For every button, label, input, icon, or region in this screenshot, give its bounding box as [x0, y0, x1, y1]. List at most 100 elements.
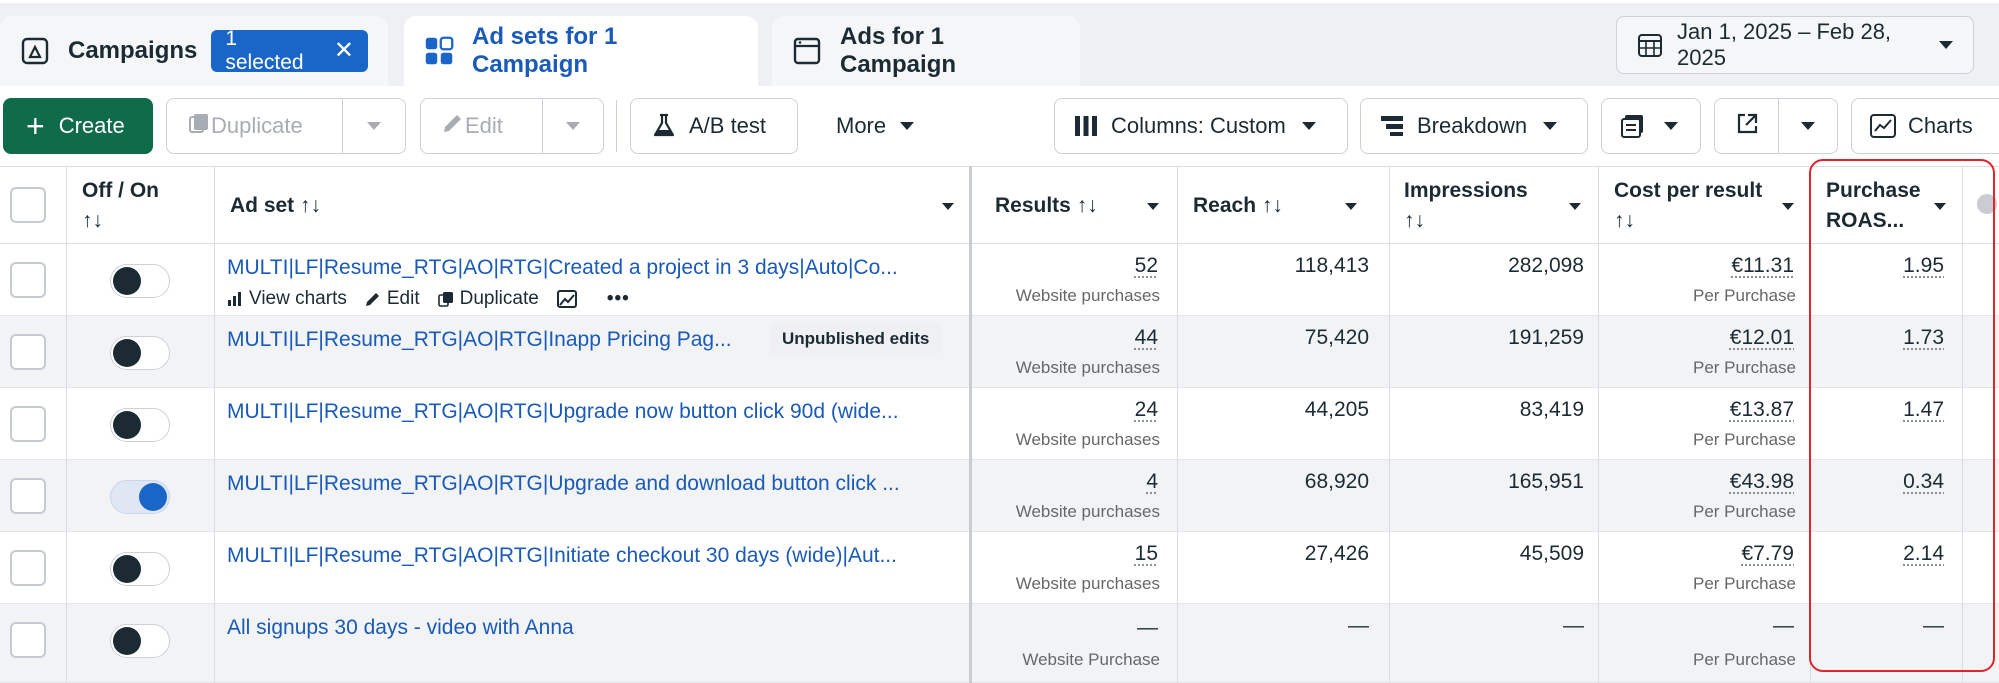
cost-per-result-value[interactable]: €12.01 — [1730, 326, 1794, 350]
results-value[interactable]: 24 — [1135, 398, 1158, 422]
row-checkbox[interactable] — [10, 262, 46, 298]
tab-campaigns[interactable]: Campaigns 1 selected ✕ — [0, 16, 388, 86]
edit-split-button[interactable]: Edit — [420, 98, 604, 154]
toggle-knob — [113, 627, 141, 655]
tab-ads[interactable]: Ads for 1 Campaign — [772, 16, 1080, 86]
on-off-toggle[interactable] — [110, 408, 170, 442]
results-value[interactable]: 4 — [1146, 470, 1158, 494]
purchase-roas-value[interactable]: 1.47 — [1903, 398, 1944, 422]
create-button[interactable]: + Create — [3, 98, 153, 154]
export-dropdown[interactable] — [1779, 99, 1837, 153]
table-row[interactable]: MULTI|LF|Resume_RTG|AO|RTG|Upgrade and d… — [0, 460, 1999, 532]
edit-dropdown[interactable] — [543, 99, 603, 153]
adset-name-link[interactable]: MULTI|LF|Resume_RTG|AO|RTG|Upgrade and d… — [227, 472, 900, 496]
cost-per-result-subtitle: Per Purchase — [1693, 430, 1796, 450]
table-row[interactable]: All signups 30 days - video with Anna — We… — [0, 604, 1999, 683]
column-divider — [969, 166, 972, 683]
date-range-picker[interactable]: Jan 1, 2025 – Feb 28, 2025 — [1616, 16, 1974, 74]
column-on-off[interactable]: Off / On ↑↓ — [82, 167, 212, 245]
purchase-roas-value[interactable]: 0.34 — [1903, 470, 1944, 494]
table-row[interactable]: MULTI|LF|Resume_RTG|AO|RTG|Created a pro… — [0, 244, 1999, 316]
row-checkbox[interactable] — [10, 406, 46, 442]
cost-per-result-value[interactable]: €43.98 — [1730, 470, 1794, 494]
export-icon — [1735, 112, 1759, 141]
top-line — [0, 0, 1999, 3]
column-reach[interactable]: Reach ↑↓ — [1193, 167, 1373, 245]
on-off-toggle[interactable] — [110, 624, 170, 658]
on-off-toggle[interactable] — [110, 264, 170, 298]
sort-icon[interactable]: ↑↓ — [300, 194, 321, 218]
purchase-roas-value[interactable]: 1.73 — [1903, 326, 1944, 350]
add-column-icon[interactable] — [1977, 194, 1997, 214]
tab-adsets[interactable]: Ad sets for 1 Campaign — [404, 16, 758, 86]
row-checkbox[interactable] — [10, 478, 46, 514]
table-row[interactable]: MULTI|LF|Resume_RTG|AO|RTG|Upgrade now b… — [0, 388, 1999, 460]
on-off-toggle[interactable] — [110, 480, 170, 514]
export-split-button[interactable] — [1714, 98, 1838, 154]
breakdown-button[interactable]: Breakdown — [1360, 98, 1588, 154]
charts-button[interactable]: Charts — [1851, 98, 1999, 154]
column-adset[interactable]: Ad set ↑↓ — [230, 167, 970, 245]
duplicate-action[interactable]: Duplicate — [438, 288, 539, 310]
column-results[interactable]: Results ↑↓ — [995, 167, 1175, 245]
export-button[interactable] — [1715, 99, 1779, 153]
results-value[interactable]: 44 — [1135, 326, 1158, 350]
purchase-roas-value[interactable]: 2.14 — [1903, 542, 1944, 566]
on-off-toggle[interactable] — [110, 336, 170, 370]
reports-button[interactable] — [1601, 98, 1701, 154]
ab-test-button[interactable]: A/B test — [630, 98, 798, 154]
row-checkbox[interactable] — [10, 334, 46, 370]
columns-button[interactable]: Columns: Custom — [1054, 98, 1348, 154]
grid-icon — [424, 36, 454, 66]
chevron-down-icon — [367, 122, 381, 130]
results-value[interactable]: 15 — [1135, 542, 1158, 566]
reach-value: 118,413 — [1295, 254, 1369, 278]
sort-icon[interactable]: ↑↓ — [1262, 194, 1283, 218]
chevron-down-icon[interactable] — [1147, 203, 1159, 210]
chevron-down-icon[interactable] — [942, 203, 954, 210]
adset-name-link[interactable]: MULTI|LF|Resume_RTG|AO|RTG|Created a pro… — [227, 256, 898, 280]
image-icon[interactable] — [557, 290, 577, 308]
column-roas-label-1: Purchase — [1826, 179, 1921, 202]
column-impressions[interactable]: Impressions ↑↓ — [1404, 167, 1597, 245]
select-all-checkbox[interactable] — [10, 187, 46, 223]
sort-icon[interactable]: ↑↓ — [82, 209, 103, 232]
row-checkbox[interactable] — [10, 622, 46, 658]
adset-name-link[interactable]: MULTI|LF|Resume_RTG|AO|RTG|Upgrade now b… — [227, 400, 899, 424]
selected-chip[interactable]: 1 selected ✕ — [211, 30, 368, 72]
column-cost-per-result[interactable]: Cost per result ↑↓ — [1614, 167, 1810, 245]
adset-name-link[interactable]: MULTI|LF|Resume_RTG|AO|RTG|Inapp Pricing… — [227, 328, 732, 352]
create-label: Create — [59, 113, 125, 139]
view-charts-label: View charts — [249, 288, 347, 310]
sort-icon[interactable]: ↑↓ — [1077, 194, 1098, 218]
duplicate-dropdown[interactable] — [343, 99, 405, 153]
purchase-roas-value[interactable]: 1.95 — [1903, 254, 1944, 278]
row-checkbox[interactable] — [10, 550, 46, 586]
cost-per-result-value[interactable]: €7.79 — [1741, 542, 1794, 566]
chevron-down-icon[interactable] — [1934, 203, 1946, 210]
column-purchase-roas[interactable]: Purchase ROAS... — [1826, 167, 1962, 245]
chevron-down-icon[interactable] — [1569, 203, 1581, 210]
results-value[interactable]: 52 — [1135, 254, 1158, 278]
cost-per-result-value[interactable]: €13.87 — [1730, 398, 1794, 422]
close-icon[interactable]: ✕ — [334, 39, 354, 63]
results-subtitle: Website purchases — [1016, 286, 1160, 306]
sort-icon[interactable]: ↑↓ — [1404, 209, 1425, 232]
adset-name-link[interactable]: All signups 30 days - video with Anna — [227, 616, 574, 640]
sort-icon[interactable]: ↑↓ — [1614, 209, 1635, 232]
adset-name-link[interactable]: MULTI|LF|Resume_RTG|AO|RTG|Initiate chec… — [227, 544, 897, 568]
edit-action[interactable]: Edit — [365, 288, 420, 310]
duplicate-split-button[interactable]: Duplicate — [166, 98, 406, 154]
on-off-toggle[interactable] — [110, 552, 170, 586]
chevron-down-icon[interactable] — [1345, 203, 1357, 210]
table-row[interactable]: MULTI|LF|Resume_RTG|AO|RTG|Inapp Pricing… — [0, 316, 1999, 388]
column-adset-label: Ad set — [230, 194, 294, 218]
chevron-down-icon[interactable] — [1782, 203, 1794, 210]
more-button[interactable]: More — [818, 98, 944, 154]
table-row[interactable]: MULTI|LF|Resume_RTG|AO|RTG|Initiate chec… — [0, 532, 1999, 604]
view-charts-action[interactable]: View charts — [227, 288, 347, 310]
edit-button[interactable]: Edit — [421, 99, 543, 153]
more-actions-icon[interactable]: ••• — [607, 288, 630, 310]
duplicate-button[interactable]: Duplicate — [167, 99, 343, 153]
cost-per-result-value[interactable]: €11.31 — [1731, 254, 1794, 278]
